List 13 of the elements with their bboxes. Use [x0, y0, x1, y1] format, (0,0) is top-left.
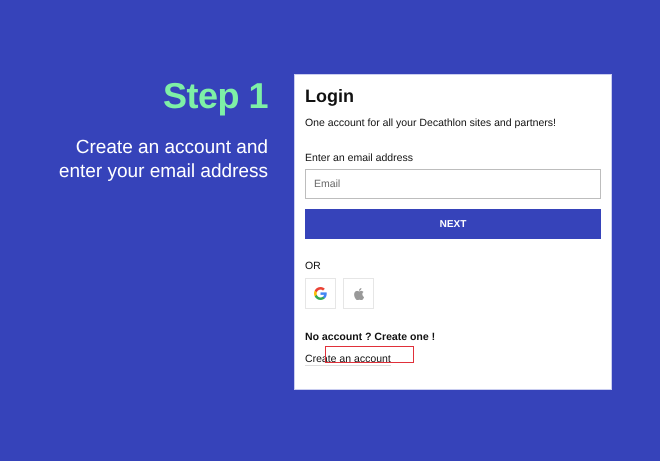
step-description: Create an account and enter your email address: [58, 136, 268, 184]
signup-heading: No account ? Create one !: [305, 331, 436, 343]
step-heading: Step 1: [162, 76, 268, 116]
email-label: Enter an email address: [305, 152, 414, 164]
login-subtitle: One account for all your Decathlon sites and partners!: [305, 117, 557, 129]
email-field[interactable]: Email: [305, 169, 601, 199]
next-button[interactable]: NEXT: [305, 209, 601, 239]
apple-logo-icon: [354, 288, 364, 300]
or-label: OR: [305, 260, 322, 272]
google-button[interactable]: [305, 278, 336, 309]
login-title: Login: [305, 85, 355, 107]
google-logo-icon: [314, 287, 327, 300]
apple-button[interactable]: [343, 278, 374, 309]
